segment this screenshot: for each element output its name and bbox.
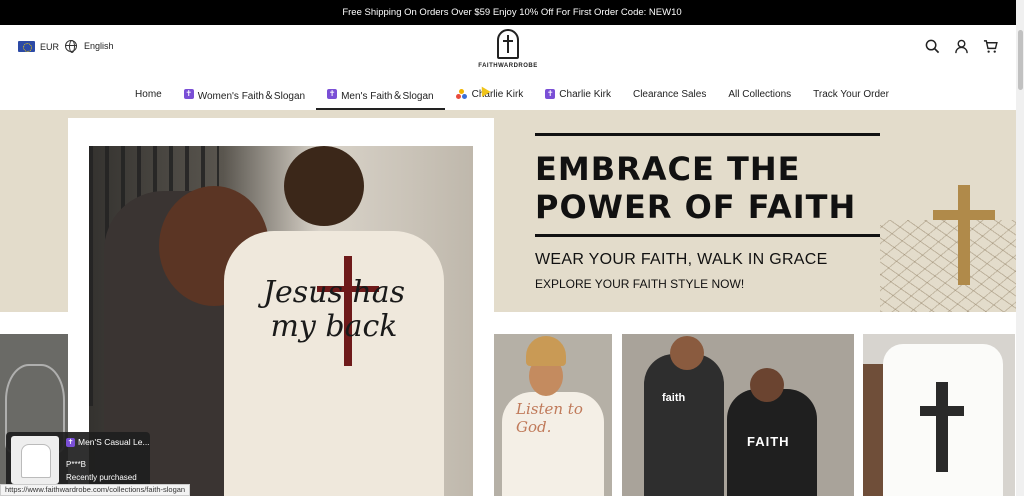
product-tile-listen-to-god[interactable]: Listen to God. <box>494 334 612 496</box>
hero-title-line1: EMBRACE THE <box>535 150 801 188</box>
header-actions <box>925 39 998 54</box>
hero-rule-bottom <box>535 234 880 237</box>
cross-badge-icon: ✝ <box>66 437 75 447</box>
model-man-shirt <box>224 231 444 496</box>
currency-label: EUR <box>40 41 60 52</box>
hero-rule-top <box>535 133 880 136</box>
tee-print-text: Listen to God. <box>516 400 583 436</box>
popup-product-name: Men'S Casual Le... <box>78 437 150 447</box>
model-cap <box>526 336 566 366</box>
nav-label: Track Your Order <box>813 88 889 100</box>
hero-text-block: EMBRACE THE POWER OF FAITH WEAR YOUR FAI… <box>535 133 880 291</box>
popup-buyer: P***B <box>66 460 87 469</box>
language-selector[interactable]: English <box>65 40 114 53</box>
site-header: EUR English FAITHWARDROBE <box>0 25 1024 75</box>
language-label: English <box>84 41 114 51</box>
nav-charlie-kirk-2[interactable]: ✝ Charlie Kirk <box>534 78 622 110</box>
thorn-crown-decoration <box>880 220 1024 312</box>
hero-subtitle: WEAR YOUR FAITH, WALK IN GRACE <box>535 251 828 268</box>
model-man-head <box>750 368 784 402</box>
scrollbar-thumb[interactable] <box>1018 30 1023 90</box>
search-icon[interactable] <box>925 39 940 54</box>
eu-flag-icon <box>18 41 35 52</box>
wooden-cross-icon <box>958 185 970 285</box>
link-status-url: https://www.faithwardrobe.com/collection… <box>0 484 191 496</box>
popup-product-title: ✝ Men'S Casual Le... <box>66 437 150 447</box>
nav-track-order[interactable]: Track Your Order <box>802 78 900 110</box>
nav-label: Charlie Kirk <box>559 88 611 100</box>
page-scrollbar[interactable] <box>1016 0 1024 496</box>
cross-badge-icon: ✝ <box>183 89 194 99</box>
nav-all-collections[interactable]: All Collections <box>717 78 802 110</box>
cart-icon[interactable] <box>983 39 998 54</box>
nav-home[interactable]: Home <box>124 78 173 110</box>
tricolor-dots-icon <box>455 89 468 99</box>
announcement-bar: Free Shipping On Orders Over $59 Enjoy 1… <box>0 0 1024 25</box>
nav-label: All Collections <box>728 88 792 100</box>
account-icon[interactable] <box>954 39 969 54</box>
announcement-text: Free Shipping On Orders Over $59 Enjoy 1… <box>342 7 682 18</box>
recent-purchase-popup[interactable]: ✝ Men'S Casual Le... P***B Recently purc… <box>6 432 150 488</box>
hoodie-print-1: faith <box>662 392 686 404</box>
nav-mens-faith-slogan[interactable]: ✝ Men's Faith＆Slogan <box>316 78 445 110</box>
cross-badge-icon: ✝ <box>327 89 338 99</box>
hoodie-print-2: FAITH <box>747 434 790 449</box>
nav-label: Men's Faith＆Slogan <box>341 90 434 102</box>
wooden-cross-bar <box>933 210 995 220</box>
globe-icon <box>65 40 77 53</box>
main-nav: Home ✝ Women's Faith＆Slogan ✝ Men's Fait… <box>0 78 1024 110</box>
shirt-print-text: Jesus has my back <box>262 275 406 344</box>
product-tile-faith-hoodie[interactable]: faith FAITH <box>622 334 854 496</box>
site-logo[interactable]: FAITHWARDROBE <box>470 29 546 73</box>
nav-label: Women's Faith＆Slogan <box>197 90 306 102</box>
nav-label: Clearance Sales <box>632 88 707 100</box>
model-woman <box>644 354 724 496</box>
product-tile-cross-tank[interactable] <box>863 334 1015 496</box>
nav-charlie-kirk-1[interactable]: Charlie Kirk <box>445 78 535 110</box>
hero-title-line2: POWER OF FAITH <box>535 188 857 226</box>
currency-selector[interactable]: EUR <box>18 41 59 52</box>
model-man-hair <box>284 146 364 226</box>
nav-label: Home <box>135 88 162 100</box>
nav-clearance-sales[interactable]: Clearance Sales <box>622 78 717 110</box>
logo-text: FAITHWARDROBE <box>478 63 538 69</box>
popup-status: Recently purchased <box>66 473 137 482</box>
cross-badge-icon: ✝ <box>545 89 556 99</box>
logo-cross-icon <box>497 29 519 59</box>
cross-print-icon <box>936 382 948 472</box>
popup-product-thumbnail <box>11 436 59 484</box>
model-woman-head <box>670 336 704 370</box>
hero-cta-text[interactable]: EXPLORE YOUR FAITH STYLE NOW! <box>535 277 880 291</box>
cross-print-bar <box>920 406 964 416</box>
nav-womens-faith-slogan[interactable]: ✝ Women's Faith＆Slogan <box>173 78 316 110</box>
